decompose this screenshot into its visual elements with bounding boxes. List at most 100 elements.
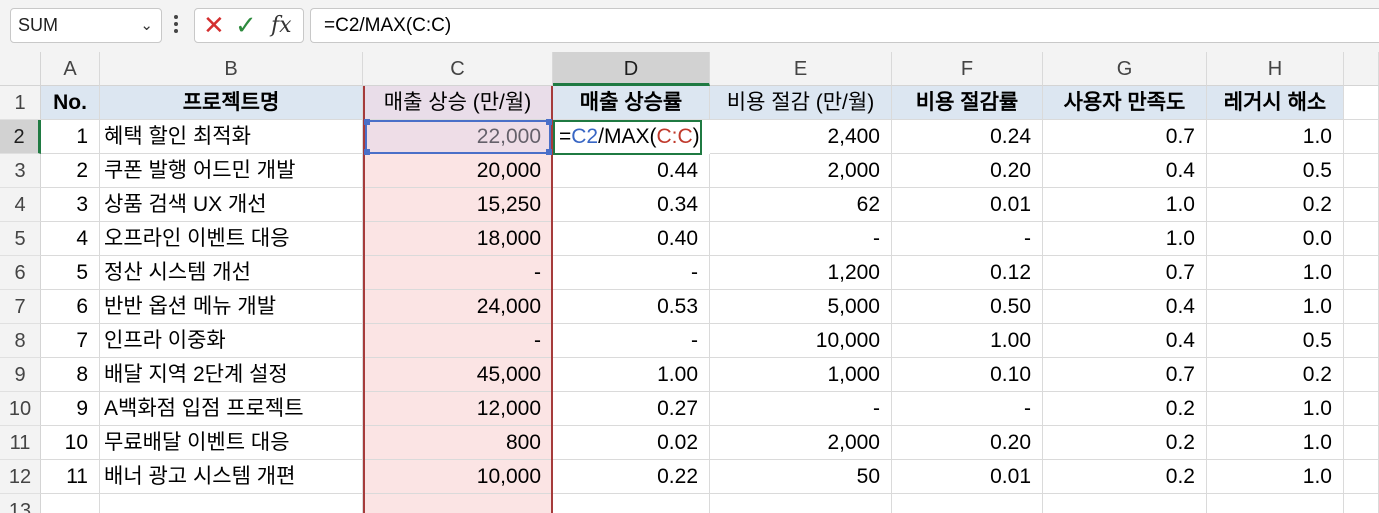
column-header-A[interactable]: A — [41, 52, 100, 86]
cell-I10[interactable] — [1344, 392, 1379, 426]
editing-cell-D2[interactable]: =C2/MAX(C:C) — [553, 120, 702, 155]
row-header-13[interactable]: 13 — [0, 494, 41, 513]
cell-I1[interactable] — [1344, 86, 1379, 120]
ref-handle-3[interactable] — [546, 149, 552, 155]
cell-E8[interactable]: 10,000 — [710, 324, 892, 358]
header-cell-H[interactable]: 레거시 해소 — [1207, 86, 1344, 120]
cell-I6[interactable] — [1344, 256, 1379, 290]
cell-G4[interactable]: 1.0 — [1043, 188, 1207, 222]
cell-C10[interactable]: 12,000 — [363, 392, 553, 426]
cell-A8[interactable]: 7 — [41, 324, 100, 358]
cell-H11[interactable]: 1.0 — [1207, 426, 1344, 460]
cell-C6[interactable]: - — [363, 256, 553, 290]
cell-B4[interactable]: 상품 검색 UX 개선 — [100, 188, 363, 222]
cell-G5[interactable]: 1.0 — [1043, 222, 1207, 256]
cell-I3[interactable] — [1344, 154, 1379, 188]
cell-E7[interactable]: 5,000 — [710, 290, 892, 324]
column-header-H[interactable]: H — [1207, 52, 1344, 86]
cell-F2[interactable]: 0.24 — [892, 120, 1043, 154]
cell-G10[interactable]: 0.2 — [1043, 392, 1207, 426]
cell-H9[interactable]: 0.2 — [1207, 358, 1344, 392]
column-header-B[interactable]: B — [100, 52, 363, 86]
column-header-F[interactable]: F — [892, 52, 1043, 86]
cell-A6[interactable]: 5 — [41, 256, 100, 290]
cell-E2[interactable]: 2,400 — [710, 120, 892, 154]
cell-C4[interactable]: 15,250 — [363, 188, 553, 222]
cell-G6[interactable]: 0.7 — [1043, 256, 1207, 290]
cell-I4[interactable] — [1344, 188, 1379, 222]
cell-F6[interactable]: 0.12 — [892, 256, 1043, 290]
cell-C9[interactable]: 45,000 — [363, 358, 553, 392]
cell-B5[interactable]: 오프라인 이벤트 대응 — [100, 222, 363, 256]
row-header-3[interactable]: 3 — [0, 154, 41, 188]
cell-F3[interactable]: 0.20 — [892, 154, 1043, 188]
cell-F9[interactable]: 0.10 — [892, 358, 1043, 392]
cell-G9[interactable]: 0.7 — [1043, 358, 1207, 392]
select-all-corner[interactable] — [0, 52, 41, 86]
cell-A4[interactable]: 3 — [41, 188, 100, 222]
header-cell-G[interactable]: 사용자 만족도 — [1043, 86, 1207, 120]
row-header-11[interactable]: 11 — [0, 426, 41, 460]
row-header-8[interactable]: 8 — [0, 324, 41, 358]
cell-I13[interactable] — [1344, 494, 1379, 513]
cell-B8[interactable]: 인프라 이중화 — [100, 324, 363, 358]
cell-D8[interactable]: - — [553, 324, 710, 358]
cell-C3[interactable]: 20,000 — [363, 154, 553, 188]
cell-C8[interactable]: - — [363, 324, 553, 358]
cell-B10[interactable]: A백화점 입점 프로젝트 — [100, 392, 363, 426]
cell-I12[interactable] — [1344, 460, 1379, 494]
cell-D6[interactable]: - — [553, 256, 710, 290]
cell-B11[interactable]: 무료배달 이벤트 대응 — [100, 426, 363, 460]
cell-H12[interactable]: 1.0 — [1207, 460, 1344, 494]
cell-H13[interactable] — [1207, 494, 1344, 513]
cell-B13[interactable] — [100, 494, 363, 513]
row-header-10[interactable]: 10 — [0, 392, 41, 426]
chevron-down-icon[interactable]: ⌄ — [140, 9, 153, 42]
column-header-G[interactable]: G — [1043, 52, 1207, 86]
header-cell-A[interactable]: No. — [41, 86, 100, 120]
cell-E3[interactable]: 2,000 — [710, 154, 892, 188]
cell-F8[interactable]: 1.00 — [892, 324, 1043, 358]
cell-D10[interactable]: 0.27 — [553, 392, 710, 426]
header-cell-F[interactable]: 비용 절감률 — [892, 86, 1043, 120]
cell-A12[interactable]: 11 — [41, 460, 100, 494]
cell-F5[interactable]: - — [892, 222, 1043, 256]
cell-F12[interactable]: 0.01 — [892, 460, 1043, 494]
cell-H3[interactable]: 0.5 — [1207, 154, 1344, 188]
cell-B2[interactable]: 혜택 할인 최적화 — [100, 120, 363, 154]
cell-D7[interactable]: 0.53 — [553, 290, 710, 324]
more-options-icon[interactable] — [171, 12, 181, 38]
x-icon[interactable]: ✕ — [203, 9, 225, 42]
cell-A7[interactable]: 6 — [41, 290, 100, 324]
header-cell-C[interactable]: 매출 상승 (만/월) — [363, 86, 553, 120]
cell-I9[interactable] — [1344, 358, 1379, 392]
cell-B9[interactable]: 배달 지역 2단계 설정 — [100, 358, 363, 392]
cell-G13[interactable] — [1043, 494, 1207, 513]
row-header-5[interactable]: 5 — [0, 222, 41, 256]
cell-E4[interactable]: 62 — [710, 188, 892, 222]
cell-C5[interactable]: 18,000 — [363, 222, 553, 256]
header-cell-E[interactable]: 비용 절감 (만/월) — [710, 86, 892, 120]
cell-E12[interactable]: 50 — [710, 460, 892, 494]
cell-C12[interactable]: 10,000 — [363, 460, 553, 494]
row-header-7[interactable]: 7 — [0, 290, 41, 324]
cell-F7[interactable]: 0.50 — [892, 290, 1043, 324]
cell-I2[interactable] — [1344, 120, 1379, 154]
cell-D12[interactable]: 0.22 — [553, 460, 710, 494]
cell-I7[interactable] — [1344, 290, 1379, 324]
cell-D4[interactable]: 0.34 — [553, 188, 710, 222]
cell-A9[interactable]: 8 — [41, 358, 100, 392]
cell-H10[interactable]: 1.0 — [1207, 392, 1344, 426]
cell-G11[interactable]: 0.2 — [1043, 426, 1207, 460]
cell-H8[interactable]: 0.5 — [1207, 324, 1344, 358]
ref-handle-1[interactable] — [546, 119, 552, 125]
formula-input[interactable]: =C2/MAX(C:C) — [310, 8, 1379, 43]
header-cell-B[interactable]: 프로젝트명 — [100, 86, 363, 120]
cell-A13[interactable] — [41, 494, 100, 513]
row-header-2[interactable]: 2 — [0, 120, 41, 154]
cell-H5[interactable]: 0.0 — [1207, 222, 1344, 256]
cell-B3[interactable]: 쿠폰 발행 어드민 개발 — [100, 154, 363, 188]
cell-E5[interactable]: - — [710, 222, 892, 256]
cell-G2[interactable]: 0.7 — [1043, 120, 1207, 154]
cell-G12[interactable]: 0.2 — [1043, 460, 1207, 494]
